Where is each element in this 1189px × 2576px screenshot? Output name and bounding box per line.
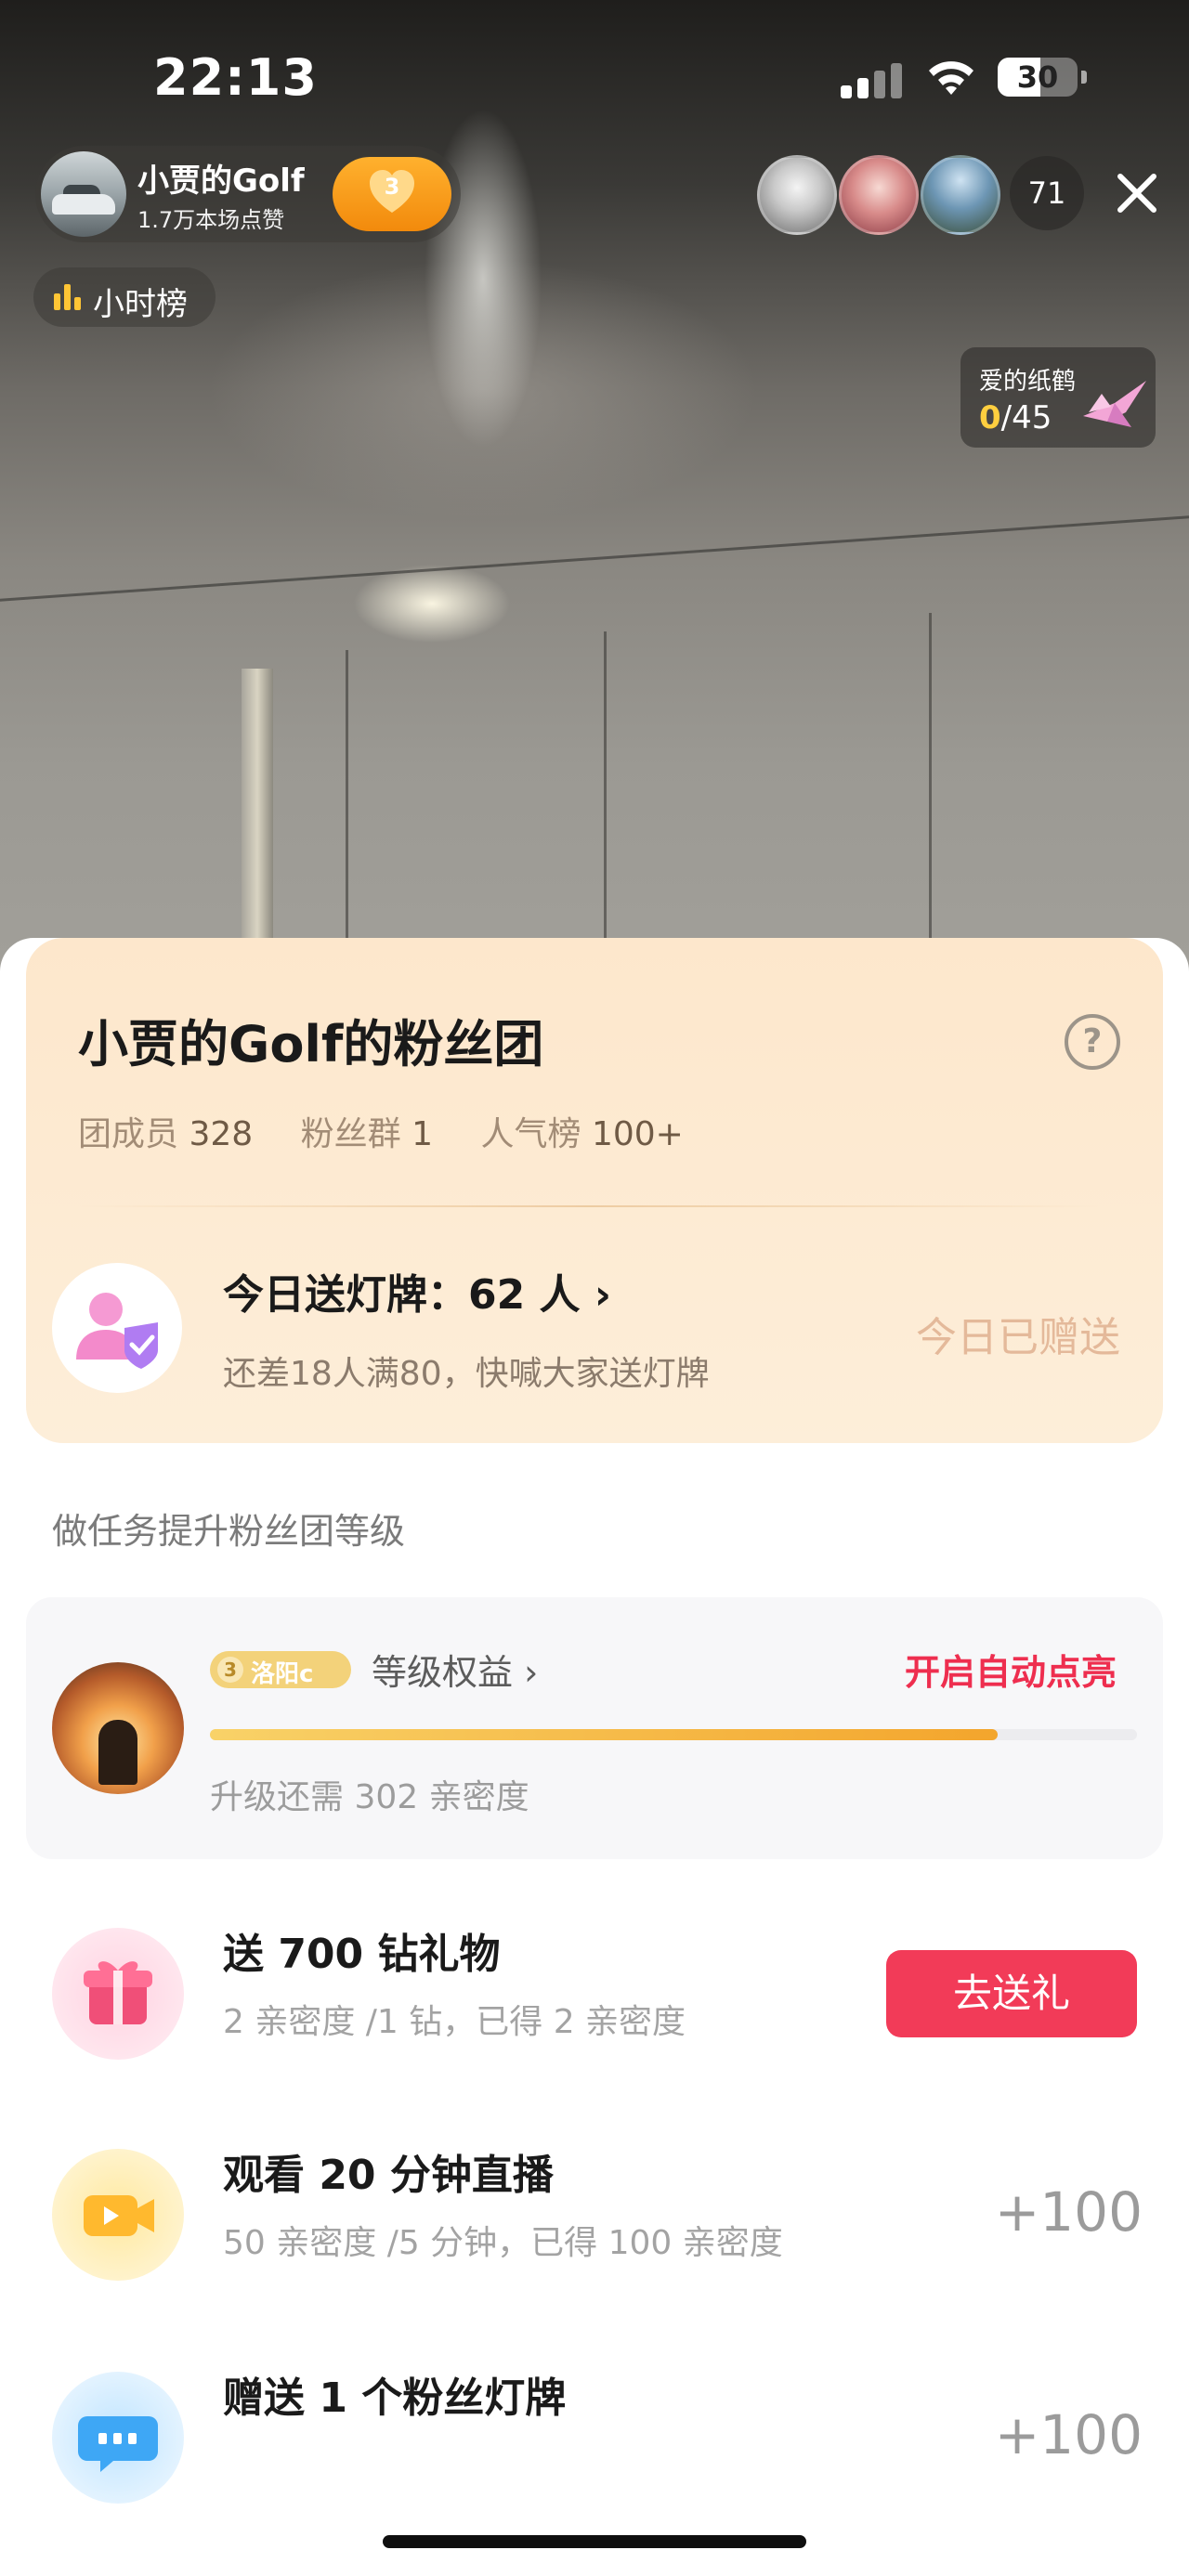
- level-badge: 3 洛阳c: [210, 1651, 351, 1688]
- group-people-icon: [76, 1293, 158, 1369]
- user-avatar: [52, 1662, 184, 1794]
- viewer-avatar[interactable]: [921, 155, 1000, 235]
- wifi-icon: [929, 61, 973, 95]
- level-badge-num: 3: [217, 1657, 243, 1683]
- hourly-rank-button[interactable]: 小时榜: [33, 267, 216, 327]
- divider: [78, 1205, 1100, 1207]
- fan-club-stats: 团成员 328 粉丝群 1 人气榜 100+: [78, 1107, 684, 1155]
- task-row: 送 700 钻礼物 2 亲密度 /1 钻，已得 2 亲密度 去送礼: [0, 1902, 1189, 2088]
- member-stat-label: 团成员: [78, 1115, 179, 1153]
- task-title: 赠送 1 个粉丝灯牌: [223, 2374, 567, 2422]
- level-rights-label: 等级权益: [372, 1652, 514, 1693]
- chevron-right-icon: ›: [524, 1652, 539, 1693]
- send-gift-button[interactable]: 去送礼: [886, 1950, 1137, 2037]
- task-row: 观看 20 分钟直播 50 亲密度 /5 分钟，已得 100 亲密度 +100: [0, 2123, 1189, 2309]
- task-title: 送 700 钻礼物: [223, 1931, 501, 1978]
- lamp-title-text: 今日送灯牌：62 人: [223, 1271, 581, 1319]
- chat-bubble-icon: [52, 2372, 184, 2504]
- lamp-subtitle: 还差18人满80，快喊大家送灯牌: [223, 1355, 710, 1393]
- level-card: [26, 1597, 1163, 1859]
- ceiling-edge: [0, 515, 1189, 602]
- host-likes: 1.7万本场点赞: [137, 207, 285, 233]
- bar-chart-icon: [54, 284, 81, 310]
- group-stat-value: 1: [412, 1115, 434, 1153]
- battery-level: 30: [1016, 59, 1059, 95]
- viewer-count[interactable]: 71: [1010, 156, 1084, 230]
- fan-club-badge[interactable]: 3: [333, 157, 451, 231]
- crane-total: /45: [1000, 399, 1052, 436]
- host-avatar[interactable]: [41, 151, 126, 237]
- viewer-avatar[interactable]: [839, 155, 919, 235]
- task-row: 赠送 1 个粉丝灯牌 +100: [0, 2346, 1189, 2531]
- task-title: 观看 20 分钟直播: [223, 2152, 554, 2199]
- close-icon[interactable]: [1111, 167, 1163, 219]
- crane-current: 0: [979, 399, 1001, 436]
- paper-crane-widget[interactable]: 爱的纸鹤 0/45: [960, 347, 1156, 448]
- task-subtitle: 2 亲密度 /1 钻，已得 2 亲密度: [223, 2003, 686, 2041]
- home-indicator: [383, 2535, 806, 2548]
- task-subtitle: 50 亲密度 /5 分钟，已得 100 亲密度: [223, 2224, 783, 2262]
- task-reward: +100: [994, 2403, 1143, 2466]
- video-camera-icon: [52, 2149, 184, 2281]
- chevron-right-icon: ›: [594, 1271, 612, 1319]
- auto-light-button[interactable]: 开启自动点亮: [905, 1644, 1117, 1695]
- task-reward: +100: [994, 2180, 1143, 2244]
- fan-level: 3: [384, 174, 400, 200]
- member-stat-value: 328: [189, 1115, 254, 1153]
- viewer-avatar[interactable]: [757, 155, 837, 235]
- fan-club-title: 小贾的Golf的粉丝团: [78, 1015, 544, 1073]
- help-icon[interactable]: ?: [1065, 1014, 1120, 1070]
- lamp-status: 今日已赠送: [916, 1314, 1120, 1361]
- cellular-signal-icon: [841, 61, 906, 98]
- battery-icon: 30: [998, 58, 1078, 97]
- battery-nub: [1081, 71, 1087, 84]
- lamp-avatar: [52, 1263, 182, 1393]
- level-progress-fill: [210, 1729, 999, 1740]
- section-label: 做任务提升粉丝团等级: [52, 1511, 406, 1552]
- lamp-title[interactable]: 今日送灯牌：62 人 ›: [223, 1261, 611, 1321]
- paper-crane-icon: [1083, 381, 1146, 427]
- level-badge-name: 洛阳c: [251, 1660, 314, 1688]
- level-rights-link[interactable]: 等级权益 ›: [372, 1644, 538, 1695]
- hourly-rank-label: 小时榜: [93, 286, 188, 323]
- popularity-stat-value: 100+: [591, 1115, 684, 1153]
- level-need: 升级还需 302 亲密度: [210, 1778, 529, 1816]
- level-progress-bar: [210, 1729, 1137, 1740]
- host-name: 小贾的Golf: [137, 163, 305, 200]
- popularity-stat-label: 人气榜: [480, 1115, 581, 1153]
- group-stat-label: 粉丝群: [300, 1115, 401, 1153]
- gift-icon: [52, 1928, 184, 2060]
- crane-progress: 0/45: [979, 399, 1052, 436]
- crane-title: 爱的纸鹤: [979, 368, 1077, 396]
- host-info-pill[interactable]: 小贾的Golf 1.7万本场点赞 3: [35, 146, 461, 242]
- status-time: 22:13: [153, 48, 318, 107]
